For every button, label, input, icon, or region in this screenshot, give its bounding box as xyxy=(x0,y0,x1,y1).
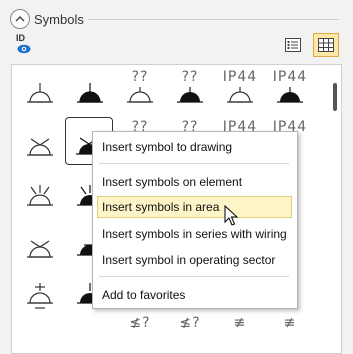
chevron-up-icon xyxy=(15,16,25,22)
symbol-lamp-outline[interactable] xyxy=(17,71,63,117)
symbol-text: ≰? xyxy=(129,315,151,331)
menu-insert-symbols-in-series-with-wiring[interactable]: Insert symbols in series with wiring xyxy=(97,223,292,245)
mouse-cursor-icon xyxy=(224,205,238,226)
symbol-partial-2[interactable]: ≰? xyxy=(167,311,213,353)
lamp-outline-icon xyxy=(27,83,53,103)
menu-separator xyxy=(99,163,289,164)
menu-insert-symbol-to-drawing[interactable]: Insert symbol to drawing xyxy=(97,136,292,158)
context-menu: Insert symbol to drawing Insert symbols … xyxy=(92,131,298,309)
lamp-outline-icon xyxy=(227,87,253,103)
symbol-lamp-outline-x[interactable] xyxy=(17,121,63,167)
id-label: ID xyxy=(16,33,25,43)
symbol-partial-4[interactable]: ≢ xyxy=(267,311,313,353)
toolbar: ID xyxy=(14,33,339,57)
symbol-text: ≰? xyxy=(179,315,201,331)
show-id-button[interactable]: ID xyxy=(14,33,36,57)
menu-insert-symbols-in-area[interactable]: Insert symbols in area xyxy=(97,196,292,218)
lamp-outline-icon xyxy=(127,87,153,103)
collapse-button[interactable] xyxy=(10,9,30,29)
symbol-lamp-filled[interactable] xyxy=(67,71,113,117)
lamp-pendant-icon xyxy=(27,283,53,309)
symbol-lamp-outline-ip44[interactable]: IP44 xyxy=(217,69,263,117)
lamp-outline-x-icon xyxy=(27,138,53,156)
lamp-filled-icon xyxy=(277,87,303,103)
symbol-lamp-outline-rays[interactable] xyxy=(17,171,63,217)
symbol-lamp-filled-ip44[interactable]: IP44 xyxy=(267,69,313,117)
menu-insert-symbol-in-operating-sector[interactable]: Insert symbol in operating sector xyxy=(97,249,292,271)
panel-header: Symbols xyxy=(10,8,84,30)
menu-separator xyxy=(99,276,289,277)
symbol-glyph: ≢ xyxy=(233,315,247,331)
menu-insert-symbols-on-element[interactable]: Insert symbols on element xyxy=(97,171,292,193)
eye-icon xyxy=(17,44,31,54)
gallery-scrollbar[interactable] xyxy=(333,83,337,111)
symbol-lamp-outline-arrow[interactable] xyxy=(17,221,63,267)
lamp-filled-icon xyxy=(177,87,203,103)
grid-view-icon xyxy=(318,38,334,52)
symbol-partial-3[interactable]: ≢ xyxy=(217,311,263,353)
menu-add-to-favorites[interactable]: Add to favorites xyxy=(97,284,292,306)
lamp-rays-icon xyxy=(27,185,53,206)
symbol-lamp-outline-pendant[interactable] xyxy=(17,271,63,317)
symbol-partial-1[interactable]: ≰? xyxy=(117,311,163,353)
symbol-lamp-outline-question[interactable]: ?? xyxy=(117,69,163,117)
panel-title: Symbols xyxy=(34,11,84,27)
list-view-button[interactable] xyxy=(281,33,305,57)
grid-view-button[interactable] xyxy=(313,33,339,57)
list-view-icon xyxy=(285,38,301,52)
lamp-filled-icon xyxy=(77,83,103,103)
lamp-arrow-icon xyxy=(27,240,53,258)
symbol-glyph: ≢ xyxy=(283,315,297,331)
header-divider xyxy=(88,19,339,20)
symbol-lamp-filled-question[interactable]: ?? xyxy=(167,69,213,117)
